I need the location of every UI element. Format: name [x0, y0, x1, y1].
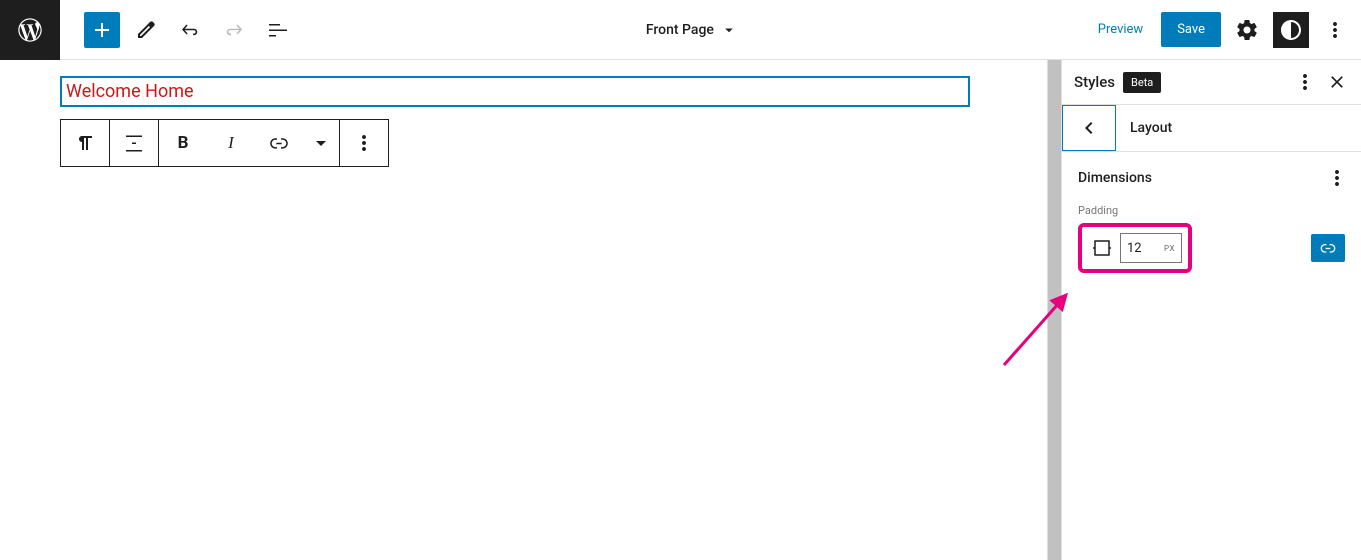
block-options-button[interactable] — [340, 120, 388, 166]
scrollbar-thumb[interactable] — [1048, 60, 1061, 560]
more-formatting-button[interactable] — [303, 120, 339, 166]
text-block-input[interactable]: Welcome Home — [60, 76, 970, 107]
chevron-down-icon — [720, 21, 738, 39]
back-button[interactable] — [1062, 105, 1116, 151]
more-vertical-icon — [1325, 166, 1349, 190]
settings-button[interactable] — [1229, 12, 1265, 48]
bold-icon: B — [178, 133, 189, 153]
bold-button[interactable]: B — [159, 120, 207, 166]
italic-icon: I — [228, 133, 234, 153]
italic-button[interactable]: I — [207, 120, 255, 166]
box-sides-icon — [1090, 236, 1114, 260]
undo-icon — [178, 18, 202, 42]
padding-highlight-annotation: 12 PX — [1078, 223, 1192, 273]
link-icon — [267, 131, 291, 155]
block-type-button[interactable] — [61, 120, 109, 166]
preview-button[interactable]: Preview — [1088, 22, 1153, 37]
gear-icon — [1235, 18, 1259, 42]
document-overview-button[interactable] — [260, 12, 296, 48]
link-icon — [1318, 238, 1338, 258]
header-right-tools: Preview Save — [1088, 12, 1361, 48]
more-vertical-icon — [1323, 18, 1347, 42]
wordpress-icon — [16, 16, 44, 44]
add-block-button[interactable] — [84, 12, 120, 48]
close-icon — [1327, 72, 1347, 92]
close-sidebar-button[interactable] — [1325, 70, 1349, 94]
block-toolbar: B I — [60, 119, 389, 167]
paragraph-icon — [73, 131, 97, 155]
more-vertical-icon — [1293, 70, 1317, 94]
document-title: Front Page — [646, 22, 714, 38]
styles-panel-toggle[interactable] — [1273, 12, 1309, 48]
list-view-icon — [266, 18, 290, 42]
layout-nav-row: Layout — [1062, 105, 1361, 152]
dimensions-options-button[interactable] — [1325, 166, 1349, 190]
align-button[interactable] — [110, 120, 158, 166]
beta-badge: Beta — [1123, 72, 1161, 93]
dimensions-header: Dimensions — [1062, 152, 1361, 204]
link-button[interactable] — [255, 120, 303, 166]
redo-icon — [222, 18, 246, 42]
pencil-icon — [134, 18, 158, 42]
header-left-tools — [60, 12, 296, 48]
padding-value: 12 — [1127, 241, 1142, 256]
main-content: Welcome Home B I — [0, 60, 1361, 560]
dimensions-title: Dimensions — [1078, 170, 1152, 186]
sidebar-header: Styles Beta — [1062, 60, 1361, 105]
styles-sidebar: Styles Beta Layout Dimensions Padding — [1061, 60, 1361, 560]
sidebar-title: Styles — [1074, 73, 1115, 91]
editor-canvas[interactable]: Welcome Home B I — [0, 60, 1061, 560]
chevron-left-icon — [1077, 116, 1101, 140]
padding-controls-row: 12 PX — [1078, 223, 1345, 273]
wordpress-logo[interactable] — [0, 0, 60, 60]
padding-value-input[interactable]: 12 PX — [1120, 233, 1182, 263]
options-button[interactable] — [1317, 12, 1353, 48]
plus-icon — [90, 18, 114, 42]
link-sides-button[interactable] — [1311, 234, 1345, 262]
canvas-scrollbar[interactable] — [1047, 60, 1061, 560]
chevron-down-icon — [309, 131, 333, 155]
save-button[interactable]: Save — [1161, 12, 1221, 47]
align-icon — [122, 131, 146, 155]
sidebar-options-button[interactable] — [1293, 70, 1317, 94]
contrast-icon — [1279, 18, 1303, 42]
redo-button — [216, 12, 252, 48]
more-vertical-icon — [352, 131, 376, 155]
padding-unit: PX — [1164, 244, 1175, 253]
edit-tool-button[interactable] — [128, 12, 164, 48]
padding-label: Padding — [1078, 204, 1345, 217]
padding-section: Padding 12 PX — [1062, 204, 1361, 273]
layout-label: Layout — [1116, 105, 1172, 151]
undo-button[interactable] — [172, 12, 208, 48]
document-title-dropdown[interactable]: Front Page — [296, 21, 1088, 39]
padding-sides-button[interactable] — [1088, 234, 1116, 262]
editor-header: Front Page Preview Save — [0, 0, 1361, 60]
